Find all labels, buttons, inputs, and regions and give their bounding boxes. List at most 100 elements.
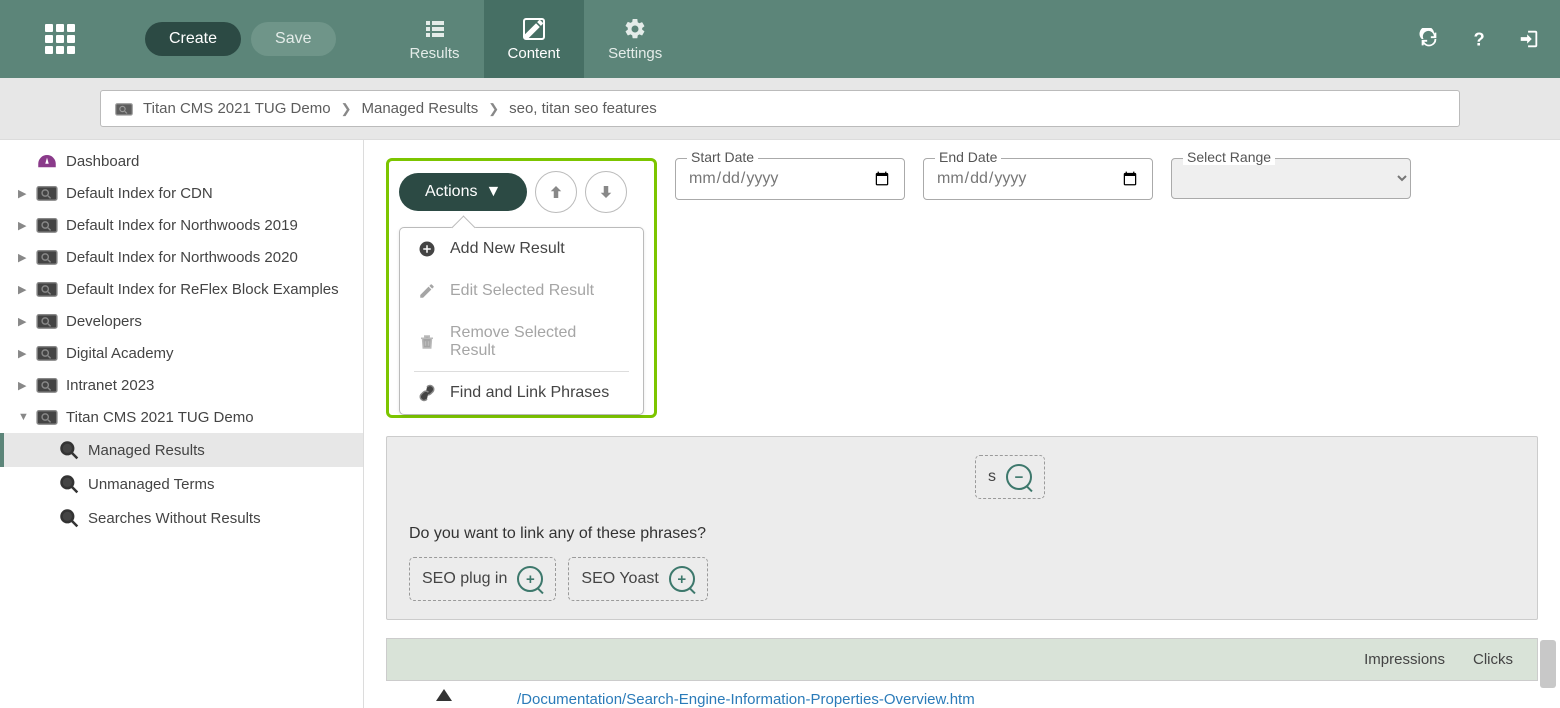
sidebar-label: Intranet 2023 bbox=[66, 377, 154, 394]
top-header: Create Save Results Content Settings ? bbox=[0, 0, 1560, 78]
dd-add-new-result[interactable]: Add New Result bbox=[400, 228, 643, 270]
phrase-chip-partial[interactable]: s bbox=[975, 455, 1045, 499]
sidebar-label: Developers bbox=[66, 313, 142, 330]
sidebar-label: Unmanaged Terms bbox=[88, 476, 214, 493]
trash-icon bbox=[418, 333, 436, 351]
chevron-right-icon: ❯ bbox=[488, 101, 499, 117]
range-label: Select Range bbox=[1183, 149, 1275, 165]
sidebar-label: Default Index for Northwoods 2020 bbox=[66, 249, 298, 266]
sidebar-item[interactable]: ▶Default Index for CDN bbox=[0, 177, 363, 209]
col-clicks[interactable]: Clicks bbox=[1473, 651, 1513, 668]
link-icon bbox=[418, 384, 436, 402]
search-icon bbox=[58, 508, 80, 528]
breadcrumb-seg[interactable]: Titan CMS 2021 TUG Demo bbox=[143, 100, 331, 117]
zoom-in-icon bbox=[669, 566, 695, 592]
zoom-in-icon bbox=[517, 566, 543, 592]
dd-label: Edit Selected Result bbox=[450, 282, 594, 300]
scrollbar-thumb[interactable] bbox=[1540, 640, 1556, 688]
sidebar-label: Default Index for Northwoods 2019 bbox=[66, 217, 298, 234]
sidebar-managed-results[interactable]: Managed Results bbox=[0, 433, 363, 467]
tab-label: Results bbox=[410, 45, 460, 62]
create-button[interactable]: Create bbox=[145, 22, 241, 56]
chip-label: SEO plug in bbox=[422, 570, 507, 588]
expand-triangle-icon[interactable] bbox=[436, 689, 452, 701]
breadcrumb: Titan CMS 2021 TUG Demo ❯ Managed Result… bbox=[100, 90, 1460, 127]
folder-search-icon bbox=[36, 312, 58, 330]
folder-search-icon bbox=[36, 280, 58, 298]
sidebar-label: Managed Results bbox=[88, 442, 205, 459]
actions-dropdown: Add New Result Edit Selected Result Remo… bbox=[399, 227, 644, 415]
app-launcher-icon[interactable] bbox=[45, 24, 75, 54]
phrase-chip-seo-yoast[interactable]: SEO Yoast bbox=[568, 557, 707, 601]
folder-search-icon bbox=[36, 184, 58, 202]
dd-edit-selected: Edit Selected Result bbox=[400, 270, 643, 312]
pencil-icon bbox=[418, 282, 436, 300]
list-icon bbox=[423, 17, 447, 41]
phrase-chip-seo-plugin[interactable]: SEO plug in bbox=[409, 557, 556, 601]
tab-label: Content bbox=[508, 45, 561, 62]
panel-question: Do you want to link any of these phrases… bbox=[409, 525, 1515, 543]
sidebar-item[interactable]: ▶Developers bbox=[0, 305, 363, 337]
dd-find-link-phrases[interactable]: Find and Link Phrases bbox=[400, 372, 643, 414]
tab-results[interactable]: Results bbox=[386, 0, 484, 78]
sidebar-item[interactable]: ▶Default Index for ReFlex Block Examples bbox=[0, 273, 363, 305]
help-icon[interactable]: ? bbox=[1468, 28, 1490, 50]
dashboard-icon bbox=[36, 155, 58, 169]
folder-search-icon bbox=[36, 376, 58, 394]
refresh-icon[interactable] bbox=[1418, 28, 1440, 50]
col-impressions[interactable]: Impressions bbox=[1364, 651, 1445, 668]
zoom-out-icon bbox=[1006, 464, 1032, 490]
svg-text:?: ? bbox=[1474, 28, 1485, 49]
tab-content[interactable]: Content bbox=[484, 0, 585, 78]
caret-down-icon: ▼ bbox=[485, 183, 501, 201]
chevron-right-icon: ❯ bbox=[341, 101, 352, 117]
sidebar-unmanaged-terms[interactable]: Unmanaged Terms bbox=[0, 467, 363, 501]
save-button[interactable]: Save bbox=[251, 22, 335, 56]
breadcrumb-row: Titan CMS 2021 TUG Demo ❯ Managed Result… bbox=[0, 78, 1560, 140]
arrow-down-icon bbox=[597, 183, 615, 201]
actions-button[interactable]: Actions ▼ bbox=[399, 173, 527, 211]
sidebar-label: Titan CMS 2021 TUG Demo bbox=[66, 409, 254, 426]
tab-settings[interactable]: Settings bbox=[584, 0, 686, 78]
dd-label: Remove Selected Result bbox=[450, 324, 625, 360]
folder-search-icon bbox=[36, 216, 58, 234]
dd-label: Find and Link Phrases bbox=[450, 384, 609, 402]
actions-highlight: Actions ▼ Add New Result Edit Selected R… bbox=[386, 158, 657, 418]
sidebar-item-expanded[interactable]: ▼Titan CMS 2021 TUG Demo bbox=[0, 401, 363, 433]
sidebar-item[interactable]: ▶Intranet 2023 bbox=[0, 369, 363, 401]
sidebar-item[interactable]: ▶Digital Academy bbox=[0, 337, 363, 369]
folder-search-icon bbox=[36, 344, 58, 362]
sidebar-label: Default Index for CDN bbox=[66, 185, 213, 202]
folder-search-icon bbox=[115, 101, 133, 117]
gear-icon bbox=[623, 17, 647, 41]
select-range-group: Select Range bbox=[1171, 158, 1411, 199]
sidebar-no-results[interactable]: Searches Without Results bbox=[0, 501, 363, 535]
sidebar-label: Default Index for ReFlex Block Examples bbox=[66, 281, 339, 298]
sidebar-item[interactable]: ▶Default Index for Northwoods 2019 bbox=[0, 209, 363, 241]
sidebar-label: Dashboard bbox=[66, 153, 139, 170]
actions-label: Actions bbox=[425, 183, 477, 201]
start-date-label: Start Date bbox=[687, 149, 758, 165]
arrow-up-icon bbox=[547, 183, 565, 201]
dd-label: Add New Result bbox=[450, 240, 565, 258]
sidebar-item[interactable]: ▶Default Index for Northwoods 2020 bbox=[0, 241, 363, 273]
logout-icon[interactable] bbox=[1518, 28, 1540, 50]
folder-search-icon bbox=[36, 408, 58, 426]
move-down-button[interactable] bbox=[585, 171, 627, 213]
edit-icon bbox=[522, 17, 546, 41]
start-date-group: Start Date bbox=[675, 158, 905, 200]
end-date-group: End Date bbox=[923, 158, 1153, 200]
search-icon bbox=[58, 474, 80, 494]
result-link[interactable]: /Documentation/Search-Engine-Information… bbox=[452, 681, 975, 708]
plus-circle-icon bbox=[418, 240, 436, 258]
sidebar-label: Searches Without Results bbox=[88, 510, 261, 527]
content-area: Actions ▼ Add New Result Edit Selected R… bbox=[364, 140, 1560, 708]
sidebar-label: Digital Academy bbox=[66, 345, 174, 362]
sidebar: Dashboard ▶Default Index for CDN ▶Defaul… bbox=[0, 140, 364, 708]
breadcrumb-seg[interactable]: seo, titan seo features bbox=[509, 100, 657, 117]
move-up-button[interactable] bbox=[535, 171, 577, 213]
sidebar-dashboard[interactable]: Dashboard bbox=[0, 146, 363, 177]
dd-remove-selected: Remove Selected Result bbox=[400, 312, 643, 372]
breadcrumb-seg[interactable]: Managed Results bbox=[361, 100, 478, 117]
phrases-panel: s Do you want to link any of these phras… bbox=[386, 436, 1538, 620]
